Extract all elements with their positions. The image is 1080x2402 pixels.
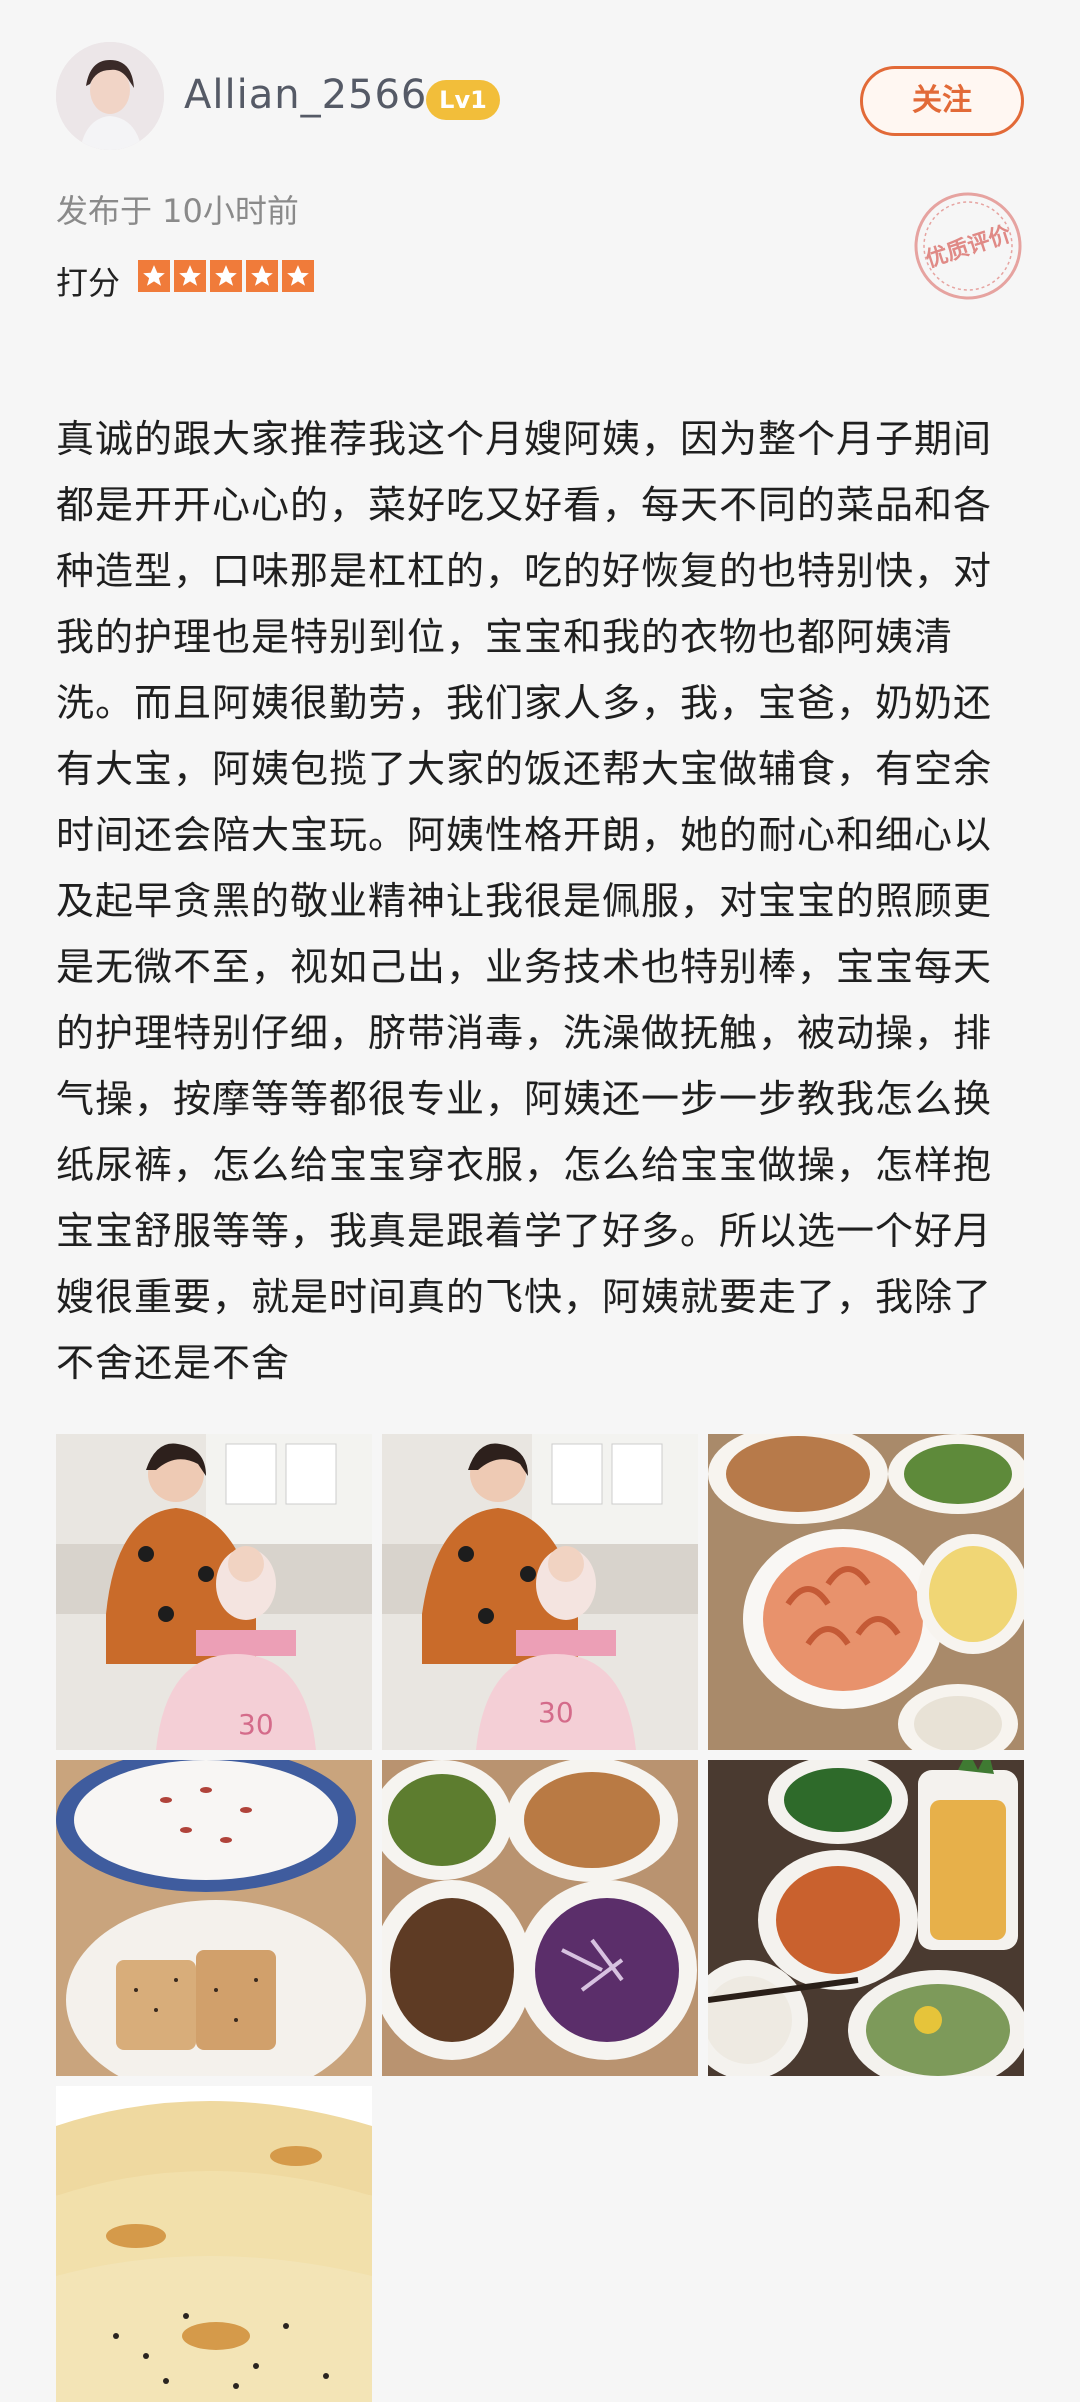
publish-time: 发布于 10小时前 bbox=[56, 192, 299, 230]
star-icon bbox=[282, 260, 314, 292]
photo-meal-pineapple[interactable] bbox=[708, 1760, 1024, 2076]
photo-mother-baby-1[interactable]: 30 bbox=[56, 1434, 372, 1750]
level-badge: Lv1 bbox=[426, 80, 500, 120]
photo-shrimp-dishes[interactable] bbox=[708, 1434, 1024, 1750]
star-icon bbox=[138, 260, 170, 292]
star-icon bbox=[174, 260, 206, 292]
follow-button[interactable]: 关注 bbox=[860, 66, 1024, 136]
star-icon bbox=[210, 260, 242, 292]
photo-four-dishes[interactable] bbox=[382, 1760, 698, 2076]
cake-number: 30 bbox=[538, 1696, 574, 1729]
username[interactable]: Allian_2566 bbox=[184, 72, 427, 118]
cake-number: 30 bbox=[238, 1708, 274, 1741]
avatar[interactable] bbox=[56, 42, 164, 150]
photo-grid: 30 30 bbox=[56, 1434, 1026, 2402]
review-text: 真诚的跟大家推荐我这个月嫂阿姨，因为整个月子期间都是开开心心的，菜好吃又好看，每… bbox=[56, 417, 993, 1385]
star-icon bbox=[246, 260, 278, 292]
quality-stamp: 优质评价 bbox=[897, 175, 1038, 316]
rating-label: 打分 bbox=[56, 264, 121, 302]
stamp-text: 优质评价 bbox=[922, 221, 1015, 273]
photo-porridge-pancake[interactable] bbox=[56, 1760, 372, 2076]
photo-sesame-flatbread[interactable] bbox=[56, 2086, 372, 2402]
photo-mother-baby-2[interactable]: 30 bbox=[382, 1434, 698, 1750]
star-rating bbox=[138, 260, 314, 292]
review-header: Allian_2566 Lv1 关注 发布于 10小时前 打分 优质评价 bbox=[0, 0, 1080, 320]
